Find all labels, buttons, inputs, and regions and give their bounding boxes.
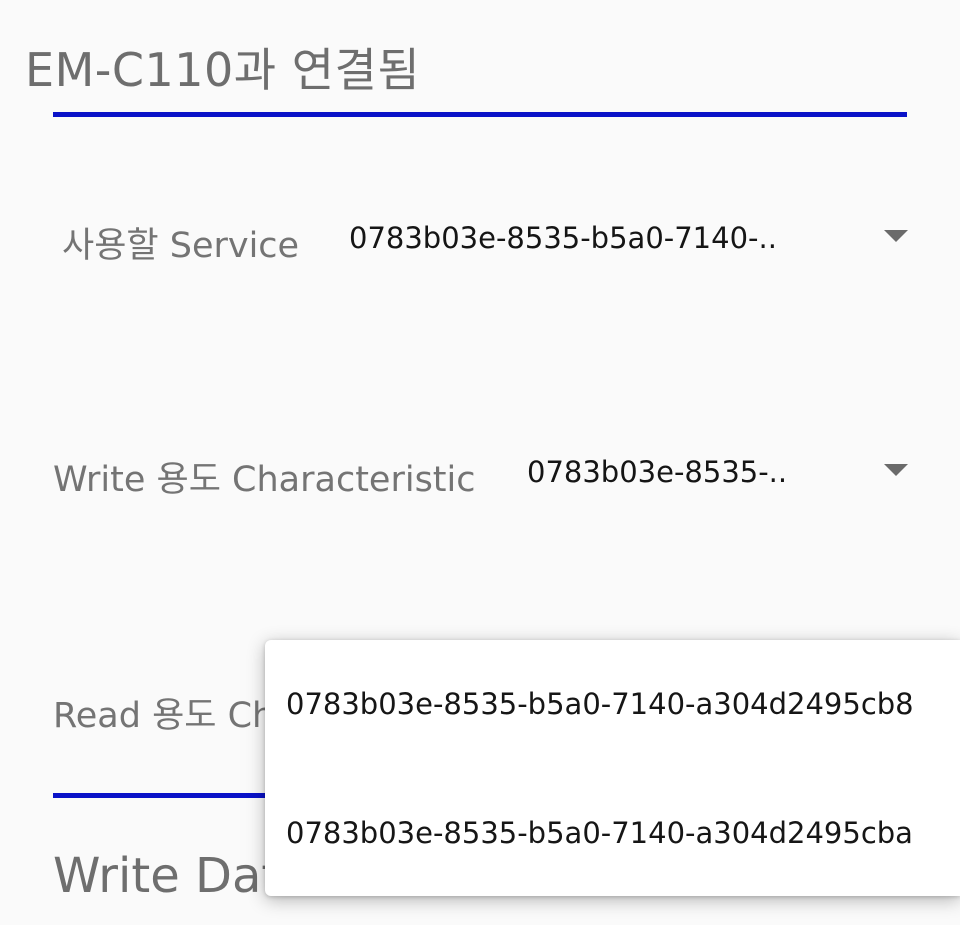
- dropdown-option-1[interactable]: 0783b03e-8535-b5a0-7140-a304d2495cb8: [286, 687, 914, 721]
- service-selected-value: 0783b03e-8535-b5a0-7140-..: [349, 221, 777, 255]
- connection-title: EM-C110과 연결됨: [25, 43, 421, 97]
- characteristic-dropdown-popup: 0783b03e-8535-b5a0-7140-a304d2495cb8 078…: [265, 640, 960, 896]
- title-underline: [53, 112, 907, 117]
- service-label: 사용할 Service: [62, 226, 300, 266]
- write-characteristic-selected-value: 0783b03e-8535-..: [527, 455, 788, 489]
- write-characteristic-dropdown-arrow-icon[interactable]: [884, 464, 908, 476]
- dropdown-option-2[interactable]: 0783b03e-8535-b5a0-7140-a304d2495cba: [286, 816, 913, 850]
- write-characteristic-label: Write 용도 Characteristic: [53, 460, 476, 500]
- read-characteristic-label: Read 용도 Ch: [53, 696, 275, 736]
- service-dropdown-arrow-icon[interactable]: [884, 230, 908, 242]
